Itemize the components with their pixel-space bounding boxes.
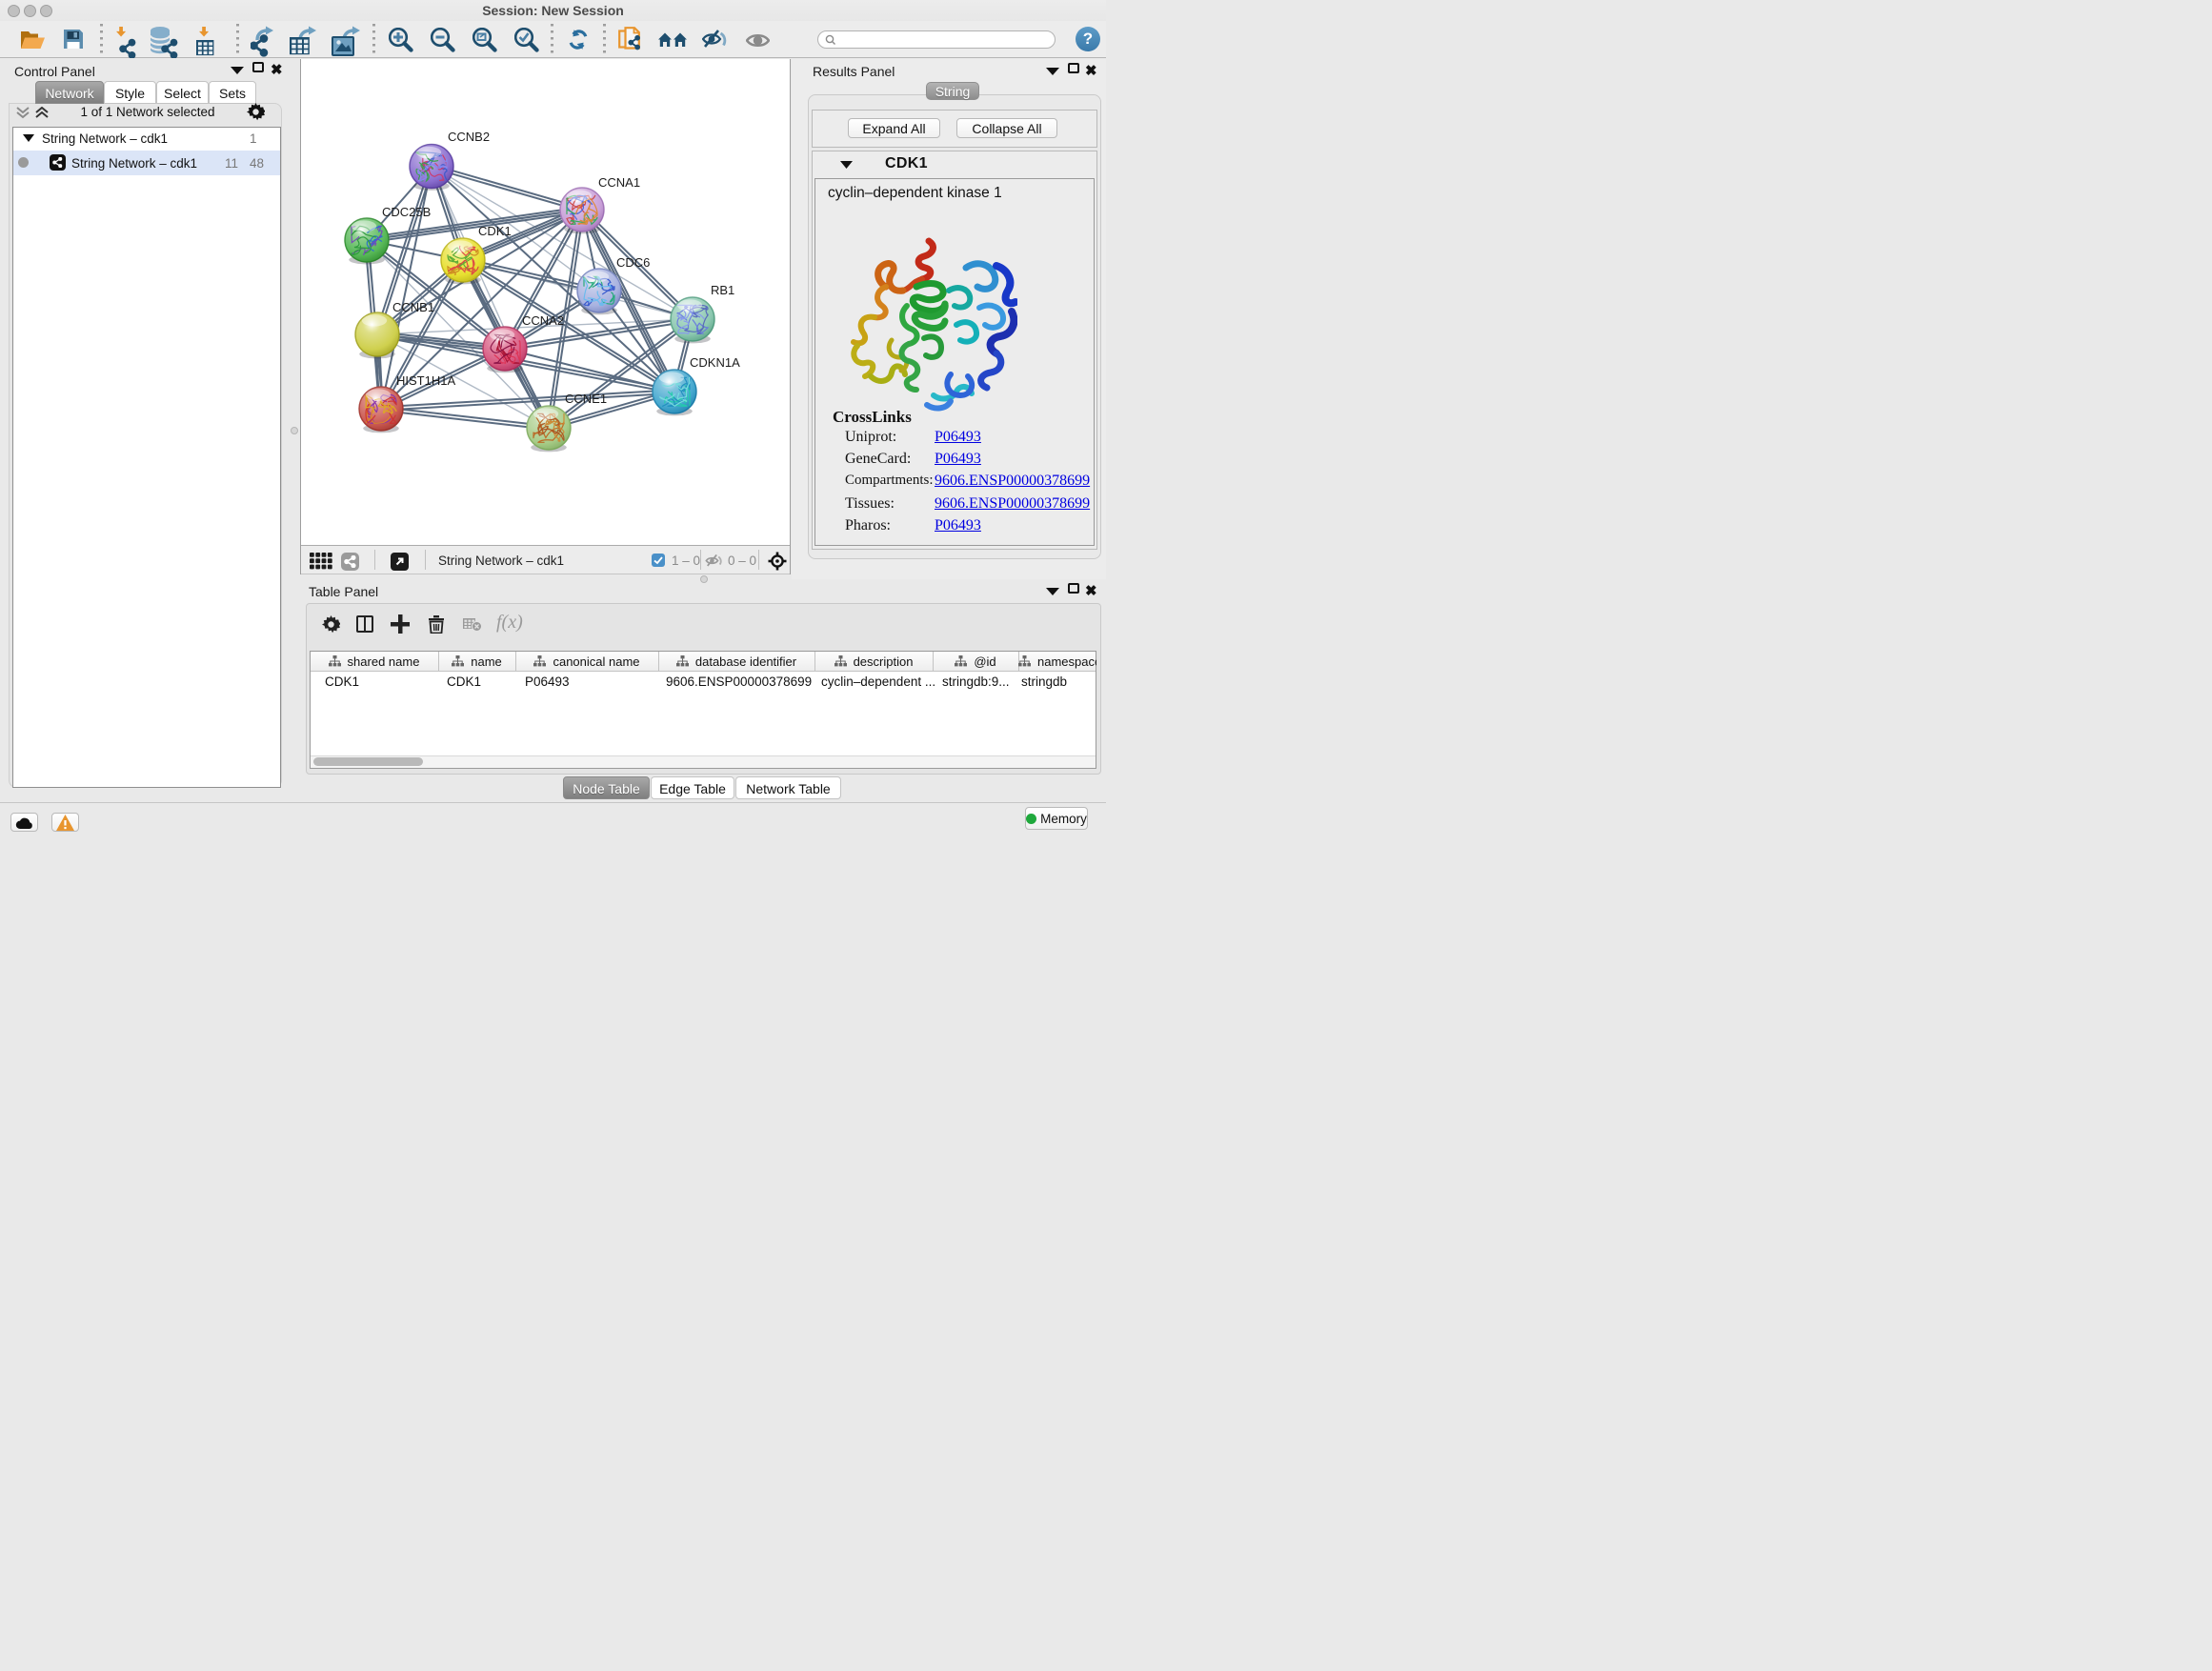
svg-text:CDK1: CDK1 [478,224,512,238]
svg-text:CDC6: CDC6 [616,255,650,270]
svg-text:CCNE1: CCNE1 [565,392,607,406]
svg-text:CCNA1: CCNA1 [598,175,640,190]
svg-text:CCNB1: CCNB1 [392,300,434,314]
svg-text:CCNB2: CCNB2 [448,130,490,144]
svg-text:CCNA2: CCNA2 [522,313,564,328]
svg-text:RB1: RB1 [711,283,734,297]
svg-text:CDKN1A: CDKN1A [690,355,740,370]
svg-text:HIST1H1A: HIST1H1A [396,373,455,388]
svg-text:CDC25B: CDC25B [382,205,431,219]
